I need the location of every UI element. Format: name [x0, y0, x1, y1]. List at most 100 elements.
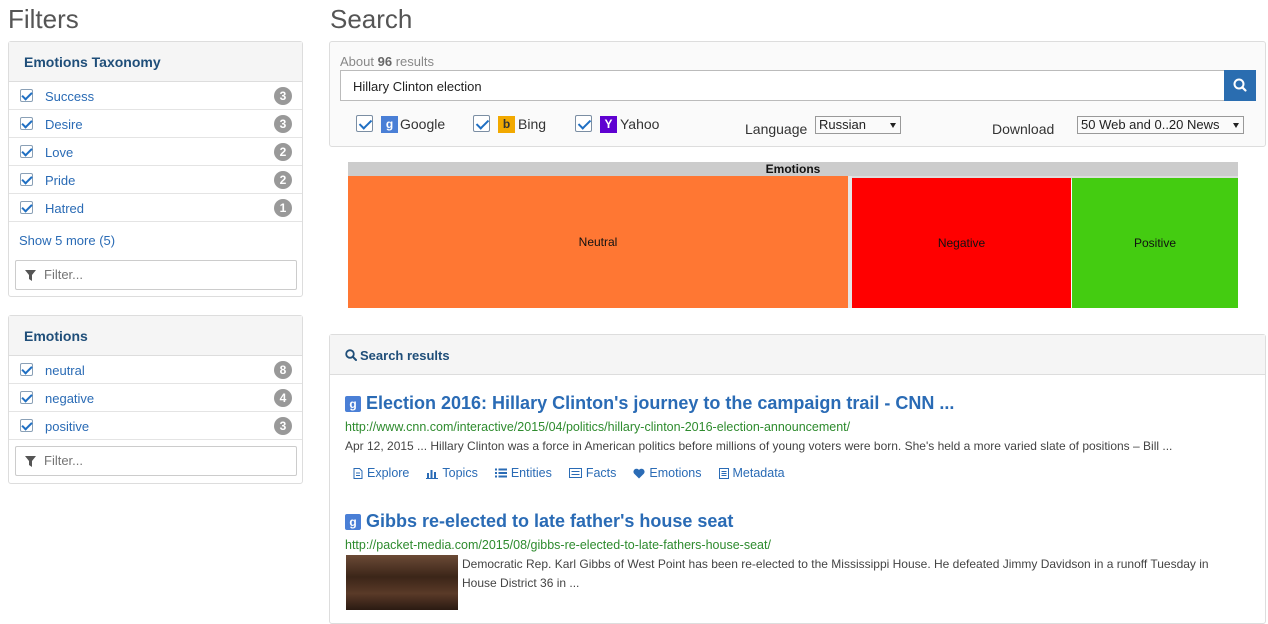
result-url[interactable]: http://packet-media.com/2015/08/gibbs-re…	[345, 538, 771, 552]
taxonomy-item[interactable]: Love 2	[9, 138, 302, 166]
download-select[interactable]: 50 Web and 0..20 News	[1077, 116, 1244, 134]
checkbox[interactable]	[20, 117, 33, 130]
search-input-box[interactable]	[340, 70, 1225, 101]
topics-action[interactable]: Topics	[426, 466, 478, 480]
yahoo-label: Yahoo	[620, 116, 660, 132]
bar-chart-icon	[426, 469, 439, 479]
taxonomy-item-label: Desire	[45, 117, 83, 132]
bing-label: Bing	[518, 116, 547, 132]
emotion-item[interactable]: negative 4	[9, 384, 302, 412]
count-badge: 4	[274, 389, 292, 407]
document-icon	[353, 467, 363, 479]
taxonomy-panel-title: Emotions Taxonomy	[9, 42, 302, 82]
taxonomy-item-label: Love	[45, 145, 74, 160]
search-heading: Search	[330, 4, 413, 34]
card-icon	[568, 468, 582, 478]
language-label: Language	[745, 121, 808, 137]
search-results-panel: Search results g Election 2016: Hillary C…	[329, 334, 1266, 624]
google-icon: g	[345, 514, 361, 531]
treemap-cell-label: Positive	[1133, 236, 1177, 250]
yahoo-checkbox[interactable]	[575, 115, 592, 132]
result-title-link[interactable]: g Election 2016: Hillary Clinton's journe…	[345, 393, 954, 414]
taxonomy-item-label: Pride	[45, 173, 76, 188]
emotion-item-label: neutral	[45, 363, 85, 378]
chevron-down-icon	[890, 123, 896, 128]
result-url[interactable]: http://www.cnn.com/interactive/2015/04/p…	[345, 420, 850, 434]
count-badge: 1	[274, 199, 292, 217]
explore-action[interactable]: Explore	[353, 466, 409, 480]
emotions-taxonomy-panel: Emotions Taxonomy Success 3 Desire 3 Lov…	[8, 41, 303, 297]
taxonomy-item[interactable]: Pride 2	[9, 166, 302, 194]
result-count-text: About 96 results	[340, 54, 434, 69]
language-select[interactable]: Russian	[815, 116, 901, 134]
treemap-cell-label: Negative	[937, 236, 986, 250]
list-alt-icon	[718, 467, 729, 479]
count-badge: 8	[274, 361, 292, 379]
list-icon	[494, 468, 507, 478]
yahoo-icon: Y	[600, 116, 617, 133]
taxonomy-item[interactable]: Success 3	[9, 82, 302, 110]
taxonomy-item-label: Success	[45, 89, 95, 104]
checkbox[interactable]	[20, 201, 33, 214]
checkbox[interactable]	[20, 391, 33, 404]
checkbox[interactable]	[20, 419, 33, 432]
emotions-panel: Emotions neutral 8 negative 4 positive 3	[8, 315, 303, 484]
google-icon: g	[345, 396, 361, 413]
treemap-cell-neutral[interactable]: Neutral	[348, 176, 848, 308]
show-more-link[interactable]: Show 5 more (5)	[19, 233, 115, 248]
treemap-title: Emotions	[348, 162, 1238, 176]
search-panel: About 96 results g Google b Bing Y Yahoo…	[329, 41, 1266, 147]
filter-text-field[interactable]	[42, 266, 286, 283]
result-snippet: Apr 12, 2015 ... Hillary Clinton was a f…	[345, 439, 1173, 453]
taxonomy-item-label: Hatred	[45, 201, 85, 216]
taxonomy-filter-input[interactable]	[15, 260, 297, 290]
taxonomy-item[interactable]: Hatred 1	[9, 194, 302, 222]
checkbox[interactable]	[20, 173, 33, 186]
download-select-value: 50 Web and 0..20 News	[1081, 117, 1220, 132]
checkbox[interactable]	[20, 89, 33, 102]
download-label: Download	[992, 121, 1055, 137]
bing-checkbox[interactable]	[473, 115, 490, 132]
count-badge: 3	[274, 417, 292, 435]
result-title-link[interactable]: g Gibbs re-elected to late father's house…	[345, 511, 733, 532]
emotions-filter-input[interactable]	[15, 446, 297, 476]
treemap-cell-positive[interactable]: Positive	[1072, 178, 1238, 308]
language-select-value: Russian	[819, 117, 866, 132]
metadata-action[interactable]: Metadata	[718, 466, 785, 480]
count-badge: 2	[274, 171, 292, 189]
treemap-cell-negative[interactable]: Negative	[852, 178, 1071, 308]
filter-text-field[interactable]	[42, 452, 286, 469]
google-icon: g	[381, 116, 398, 133]
search-icon	[1233, 78, 1247, 92]
chevron-down-icon	[1233, 123, 1239, 128]
google-label: Google	[400, 116, 446, 132]
emotions-action[interactable]: Emotions	[633, 466, 702, 480]
result-snippet: Democratic Rep. Karl Gibbs of West Point…	[462, 557, 1209, 590]
checkbox[interactable]	[20, 363, 33, 376]
emotions-panel-title: Emotions	[9, 316, 302, 356]
count-badge: 2	[274, 143, 292, 161]
facts-action[interactable]: Facts	[568, 466, 616, 480]
search-input[interactable]	[351, 78, 1215, 95]
result-thumbnail[interactable]	[346, 555, 458, 610]
entities-action[interactable]: Entities	[494, 466, 552, 480]
search-button[interactable]	[1224, 70, 1256, 101]
filters-heading: Filters	[8, 4, 79, 34]
result-actions: Explore Topics Entities Facts Emotions M…	[353, 466, 785, 480]
search-results-header: Search results	[330, 335, 1265, 375]
filter-icon	[25, 270, 36, 281]
count-badge: 3	[274, 87, 292, 105]
count-badge: 3	[274, 115, 292, 133]
heart-icon	[633, 468, 645, 478]
filter-icon	[25, 456, 36, 467]
treemap-cell-label: Neutral	[578, 235, 618, 249]
google-checkbox[interactable]	[356, 115, 373, 132]
checkbox[interactable]	[20, 145, 33, 158]
emotion-item[interactable]: neutral 8	[9, 356, 302, 384]
emotion-item-label: positive	[45, 419, 90, 434]
emotion-item-label: negative	[45, 391, 95, 406]
taxonomy-item[interactable]: Desire 3	[9, 110, 302, 138]
search-icon	[345, 349, 357, 361]
bing-icon: b	[498, 116, 515, 133]
emotion-item[interactable]: positive 3	[9, 412, 302, 440]
